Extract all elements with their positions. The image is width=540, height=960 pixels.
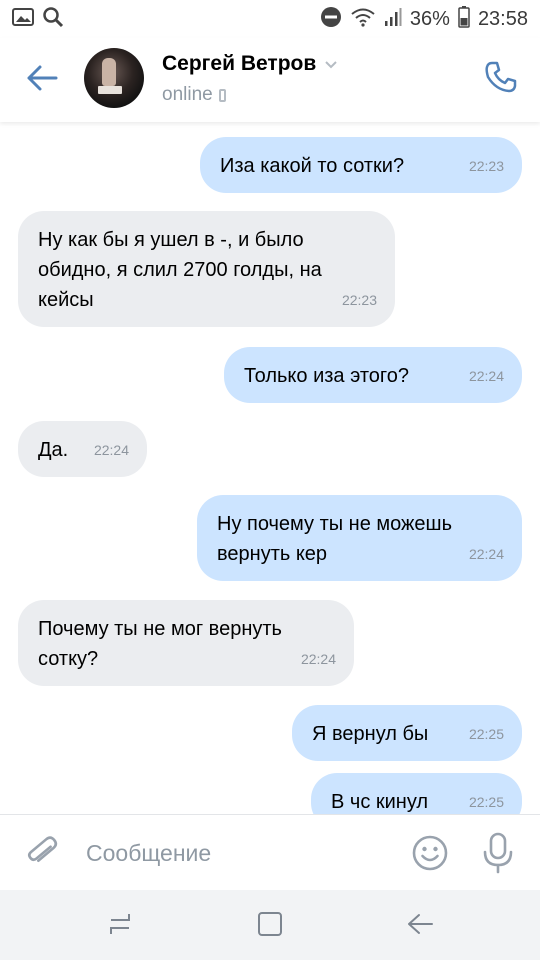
message-bubble[interactable]: Ну как бы я ушел в -, и было обидно, я с… [18,211,395,327]
battery-percent: 36% [409,7,450,30]
message-bubble[interactable]: Да. 22:24 [18,421,147,477]
arrow-left-icon [26,64,58,97]
image-notification-icon [12,7,34,31]
message-bubble[interactable]: Иза какой то сотки? 22:23 [200,137,522,193]
voice-message-button[interactable] [478,831,518,875]
call-button[interactable] [478,56,524,102]
message-bubble[interactable]: Ну почему ты не можешь вернуть кер 22:24 [197,495,522,581]
avatar[interactable] [84,48,144,108]
message-time: 22:24 [300,651,336,667]
message-text: Я вернул бы [312,723,429,745]
microphone-icon [478,832,518,879]
message-text: Да. [38,439,69,461]
message-input[interactable] [86,833,386,873]
emoji-button[interactable] [410,833,450,873]
smile-icon [410,835,450,877]
contact-name-row[interactable]: Сергей Ветров [162,52,338,76]
attach-button[interactable] [22,833,62,873]
chevron-down-icon [324,52,338,76]
message-time: 22:24 [468,368,504,384]
message-time: 22:25 [468,726,504,742]
status-time: 23:58 [477,7,528,30]
do-not-disturb-icon [320,6,342,33]
phone-icon [484,60,518,99]
status-bar-left [12,6,64,33]
paperclip-icon [22,836,62,877]
status-bar-right: 36% 23:58 [320,5,528,33]
mobile-online-icon [218,88,226,102]
battery-icon [458,5,470,33]
message-text: Ну как бы я ушел в -, и было обидно, я с… [38,229,322,311]
nav-back-icon [405,910,435,943]
wifi-icon [350,6,376,33]
signal-icon [384,7,402,32]
message-list[interactable]: Иза какой то сотки? 22:23 Ну как бы я уш… [0,122,540,814]
message-time: 22:24 [93,442,129,458]
message-text: Иза какой то сотки? [220,155,405,177]
recent-apps-icon [105,910,135,943]
message-time: 22:25 [468,794,504,810]
search-notification-icon [42,6,64,33]
message-bubble[interactable]: Я вернул бы 22:25 [292,705,522,761]
home-icon [255,909,285,944]
message-bubble[interactable]: Почему ты не мог вернуть сотку? 22:24 [18,600,354,686]
message-text: Ну почему ты не можешь вернуть кер [217,513,453,565]
message-time: 22:23 [468,158,504,174]
system-nav-bar [0,890,540,960]
system-back-button[interactable] [400,908,440,944]
recent-apps-button[interactable] [100,908,140,944]
contact-status-row: online [162,84,226,106]
message-bubble[interactable]: В чс кинул 22:25 [311,773,522,814]
contact-status: online [162,84,213,105]
contact-name: Сергей Ветров [162,52,317,75]
message-bubble[interactable]: Только иза этого? 22:24 [224,347,522,403]
message-time: 22:24 [468,546,504,562]
home-button[interactable] [250,908,290,944]
message-text: В чс кинул [331,791,429,813]
message-text: Только иза этого? [244,365,410,387]
message-text: Почему ты не мог вернуть сотку? [38,618,282,670]
composer [0,814,540,890]
status-bar: 36% 23:58 [0,0,540,38]
back-button[interactable] [20,60,64,100]
message-time: 22:23 [341,292,377,308]
chat-header: Сергей Ветров online [0,38,540,122]
